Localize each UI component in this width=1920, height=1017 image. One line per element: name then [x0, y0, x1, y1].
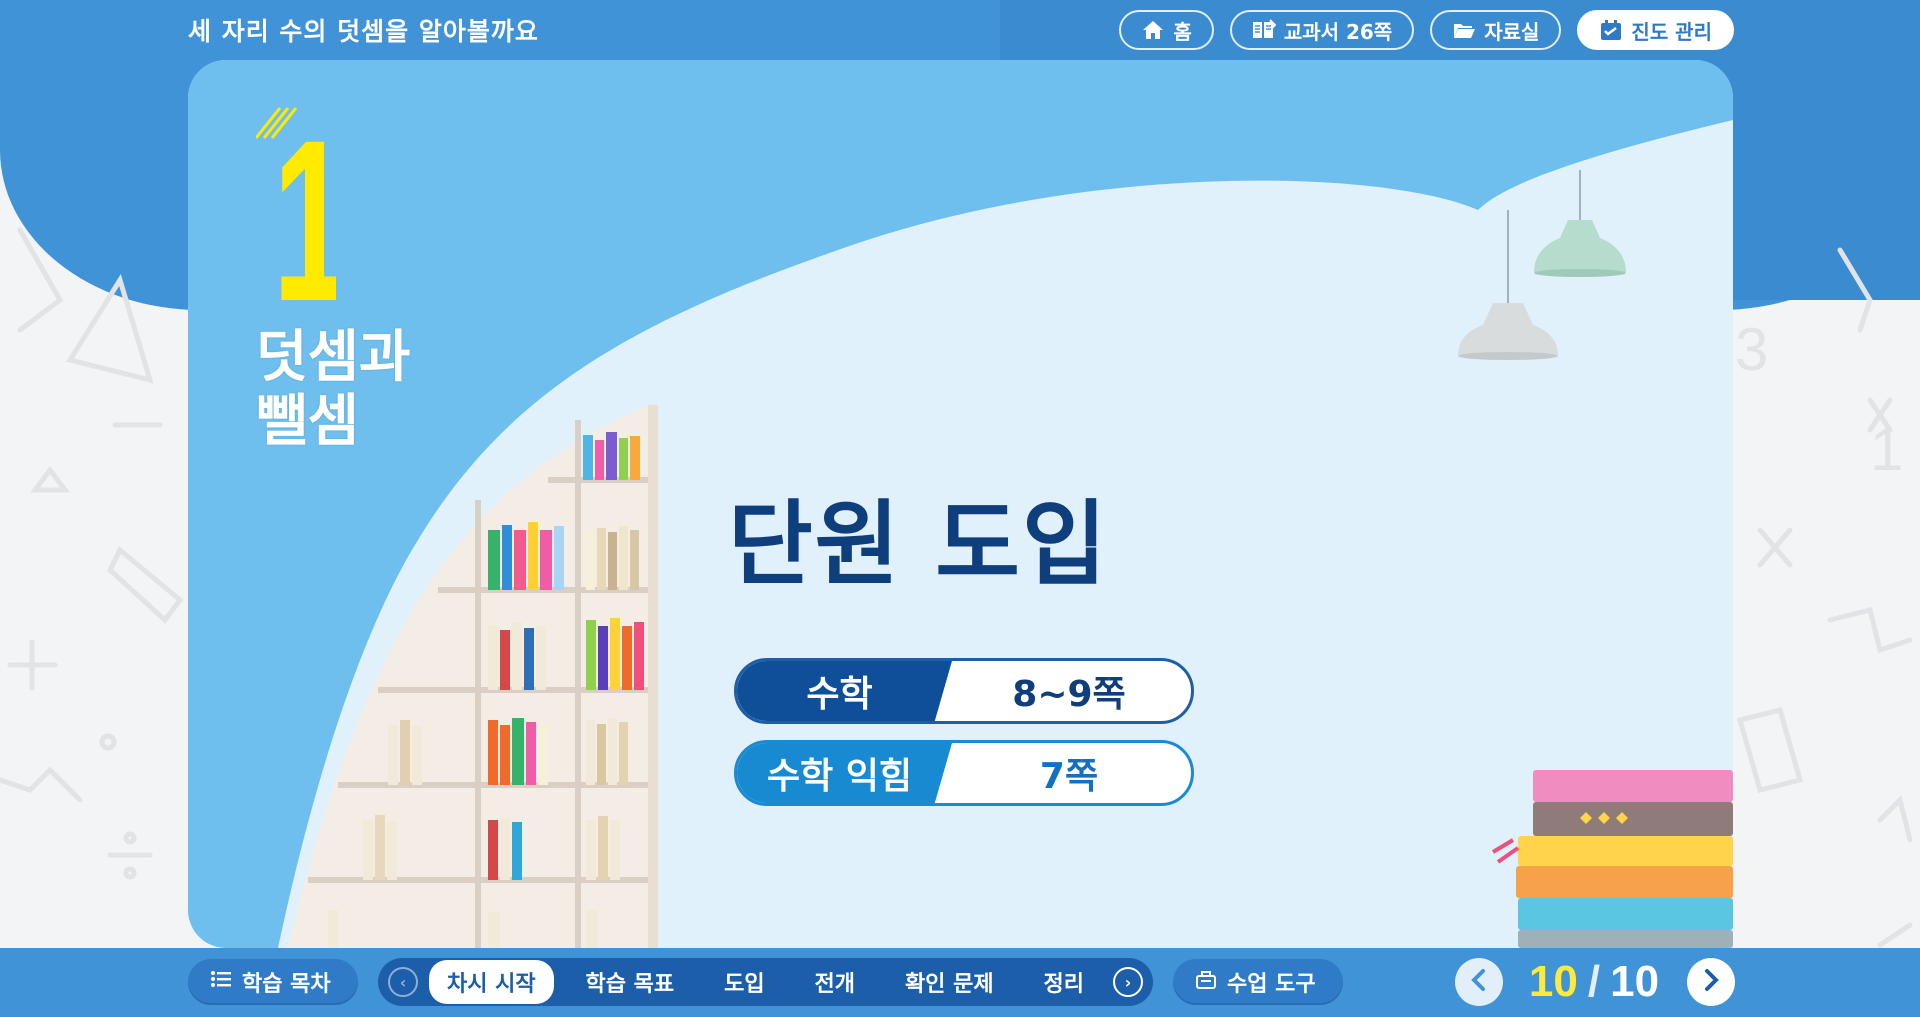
textbook-page-label: 교과서 26쪽: [1283, 19, 1393, 44]
steps-next-button[interactable]: ›: [1113, 967, 1143, 997]
chevron-right-icon: [1701, 968, 1721, 996]
book-stack-illustration: [1491, 770, 1733, 948]
step-tab-check-problems[interactable]: 확인 문제: [887, 960, 1012, 1004]
home-button[interactable]: 홈: [1119, 10, 1214, 50]
lesson-title: 세 자리 수의 덧셈을 알아볼까요: [188, 17, 539, 46]
lesson-card: 1 덧셈과 뺄셈 단원 도입 수학 8~9쪽 수학 익힘 7쪽: [188, 60, 1733, 948]
unit-number-graphic: 1: [256, 104, 336, 304]
class-tools-button[interactable]: 수업 도구: [1173, 959, 1343, 1005]
book-name: 수학: [737, 661, 952, 721]
page-separator: /: [1587, 957, 1601, 1006]
resources-button-label: 자료실: [1484, 19, 1540, 44]
page-reference-workbook: 수학 익힘 7쪽: [734, 740, 1194, 806]
steps-prev-button[interactable]: ‹: [388, 967, 418, 997]
home-icon: [1141, 19, 1165, 41]
chevron-right-icon: ›: [1124, 972, 1132, 992]
page-indicator: 10 / 10: [1519, 952, 1669, 1012]
table-of-contents-button[interactable]: 학습 목차: [188, 959, 358, 1005]
page-pager: 10 / 10: [1455, 952, 1735, 1012]
resources-button[interactable]: 자료실: [1430, 10, 1562, 50]
calendar-icon: [1599, 19, 1623, 41]
book-page: 8~9쪽: [1012, 674, 1126, 715]
lesson-step-navigation: ‹ 차시 시작 학습 목표 도입 전개 확인 문제 정리 ›: [378, 958, 1153, 1006]
home-button-label: 홈: [1173, 19, 1192, 44]
unit-title: 덧셈과 뺄셈: [256, 325, 411, 454]
svg-text:3: 3: [1735, 316, 1768, 383]
previous-page-button[interactable]: [1455, 958, 1503, 1006]
progress-management-label: 진도 관리: [1631, 19, 1712, 44]
svg-text:1: 1: [1870, 416, 1903, 483]
book-page: 7쪽: [1039, 756, 1099, 797]
textbook-page-button[interactable]: 교과서 26쪽: [1229, 10, 1415, 50]
folder-icon: [1452, 19, 1476, 41]
table-of-contents-label: 학습 목차: [242, 972, 331, 997]
total-page-number: 10: [1610, 957, 1660, 1006]
next-page-button[interactable]: [1687, 958, 1735, 1006]
step-tab-introduction[interactable]: 도입: [706, 960, 782, 1004]
step-tab-lesson-start[interactable]: 차시 시작: [428, 960, 554, 1004]
step-tab-summary[interactable]: 정리: [1026, 960, 1102, 1004]
chevron-left-icon: [1469, 968, 1489, 996]
current-page-number: 10: [1528, 957, 1578, 1006]
chevron-left-icon: ‹: [399, 972, 407, 992]
progress-management-button[interactable]: 진도 관리: [1577, 10, 1734, 50]
bottom-toolbar: 학습 목차 ‹ 차시 시작 학습 목표 도입 전개 확인 문제 정리 › 수업 …: [0, 948, 1920, 1017]
top-navigation: 홈 교과서 26쪽 자료실 진도 관리: [1119, 10, 1734, 50]
toolbox-icon: [1195, 968, 1217, 996]
section-heading: 단원 도입: [728, 491, 1109, 598]
unit-number: 1: [273, 104, 336, 304]
step-tabs: 차시 시작 학습 목표 도입 전개 확인 문제 정리: [418, 960, 1113, 1004]
class-tools-label: 수업 도구: [1227, 972, 1316, 997]
textbook-icon: [1252, 19, 1276, 41]
page-reference-math: 수학 8~9쪽: [734, 658, 1194, 724]
step-tab-development[interactable]: 전개: [797, 960, 873, 1004]
book-name: 수학 익힘: [737, 743, 952, 803]
list-icon: [210, 968, 232, 996]
step-tab-learning-goal[interactable]: 학습 목표: [568, 960, 693, 1004]
